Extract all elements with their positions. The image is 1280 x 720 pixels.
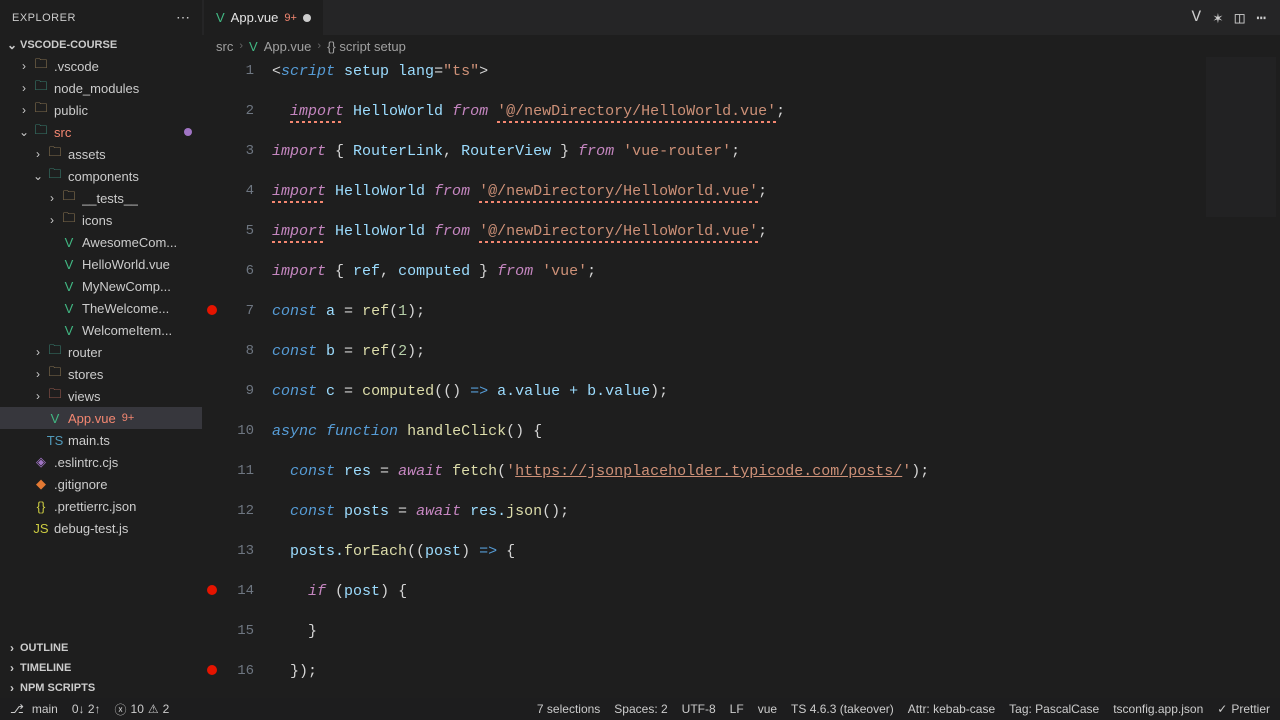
npm-section-header[interactable]: ›NPM SCRIPTS — [0, 678, 202, 698]
errors-indicator[interactable]: ⓧ 10 ⚠ 2 — [115, 701, 170, 718]
split-editor-icon[interactable]: ◫ — [1235, 8, 1245, 28]
git-branch-indicator[interactable]: main — [10, 702, 58, 716]
vue-tools-icon[interactable]: V — [1191, 8, 1201, 28]
vue-preview-icon[interactable]: ✶ — [1213, 8, 1223, 28]
eol-indicator[interactable]: LF — [730, 702, 744, 716]
prettier-indicator[interactable]: ✓ Prettier — [1217, 702, 1270, 716]
folder-node-modules[interactable]: ›🗀node_modules — [0, 77, 202, 99]
breakpoint-marker[interactable] — [207, 305, 217, 315]
vue-icon: V — [249, 39, 258, 54]
outline-section-header[interactable]: ›OUTLINE — [0, 638, 202, 658]
more-actions-icon[interactable]: ⋯ — [1256, 8, 1266, 28]
indent-indicator[interactable]: Spaces: 2 — [614, 702, 667, 716]
tag-case-indicator[interactable]: Tag: PascalCase — [1009, 702, 1099, 716]
vue-icon: V — [216, 10, 225, 25]
explorer-sidebar: EXPLORER ⋯ ⌄ VSCODE-COURSE ›🗀.vscode ›🗀n… — [0, 0, 202, 698]
file-debug-test[interactable]: JSdebug-test.js — [0, 517, 202, 539]
chevron-down-icon: ⌄ — [4, 38, 20, 52]
file-mynewcomp[interactable]: VMyNewComp... — [0, 275, 202, 297]
dirty-indicator-icon — [303, 14, 311, 22]
git-sync-indicator[interactable]: 0↓ 2↑ — [72, 702, 101, 716]
folder-router[interactable]: ›🗀router — [0, 341, 202, 363]
breadcrumb[interactable]: src › V App.vue › {} script setup — [202, 35, 1280, 57]
folder-src[interactable]: ⌄🗀src — [0, 121, 202, 143]
file-tree: ›🗀.vscode ›🗀node_modules ›🗀public ⌄🗀src … — [0, 55, 202, 638]
typescript-indicator[interactable]: TS 4.6.3 (takeover) — [791, 702, 894, 716]
file-main-ts[interactable]: TSmain.ts — [0, 429, 202, 451]
folder-vscode[interactable]: ›🗀.vscode — [0, 55, 202, 77]
folder-assets[interactable]: ›🗀assets — [0, 143, 202, 165]
file-eslintrc[interactable]: ◈.eslintrc.cjs — [0, 451, 202, 473]
selection-indicator[interactable]: 7 selections — [537, 702, 600, 716]
tab-app-vue[interactable]: V App.vue 9+ — [204, 0, 323, 35]
tab-bar: V App.vue 9+ V ✶ ◫ ⋯ — [202, 0, 1280, 35]
code-editor[interactable]: 1 2 3 4 5 6 7 8 9 10 11 12 13 14 15 16 <… — [202, 57, 1280, 698]
file-prettierrc[interactable]: {}.prettierrc.json — [0, 495, 202, 517]
timeline-section-header[interactable]: ›TIMELINE — [0, 658, 202, 678]
folder-icons[interactable]: ›🗀icons — [0, 209, 202, 231]
file-awesome-component[interactable]: VAwesomeCom... — [0, 231, 202, 253]
explorer-menu-icon[interactable]: ⋯ — [176, 9, 190, 26]
file-helloworld[interactable]: VHelloWorld.vue — [0, 253, 202, 275]
file-welcomeitem[interactable]: VWelcomeItem... — [0, 319, 202, 341]
folder-tests[interactable]: ›🗀__tests__ — [0, 187, 202, 209]
encoding-indicator[interactable]: UTF-8 — [682, 702, 716, 716]
language-indicator[interactable]: vue — [758, 702, 777, 716]
status-bar: main 0↓ 2↑ ⓧ 10 ⚠ 2 7 selections Spaces:… — [0, 698, 1280, 720]
explorer-title: EXPLORER — [12, 12, 76, 24]
file-app-vue[interactable]: VApp.vue9+ — [0, 407, 202, 429]
code-content[interactable]: <script setup lang="ts"> import HelloWor… — [272, 57, 1280, 698]
git-modified-marker — [184, 128, 192, 136]
folder-public[interactable]: ›🗀public — [0, 99, 202, 121]
attr-case-indicator[interactable]: Attr: kebab-case — [908, 702, 995, 716]
editor-area: V App.vue 9+ V ✶ ◫ ⋯ src › V App.vue › {… — [202, 0, 1280, 698]
tsconfig-indicator[interactable]: tsconfig.app.json — [1113, 702, 1203, 716]
gutter: 1 2 3 4 5 6 7 8 9 10 11 12 13 14 15 16 — [202, 57, 272, 698]
project-section-header[interactable]: ⌄ VSCODE-COURSE — [0, 35, 202, 55]
folder-views[interactable]: ›🗀views — [0, 385, 202, 407]
breakpoint-marker[interactable] — [207, 585, 217, 595]
folder-stores[interactable]: ›🗀stores — [0, 363, 202, 385]
folder-components[interactable]: ⌄🗀components — [0, 165, 202, 187]
file-gitignore[interactable]: ◆.gitignore — [0, 473, 202, 495]
breakpoint-marker[interactable] — [207, 665, 217, 675]
minimap[interactable] — [1206, 57, 1276, 217]
file-thewelcome[interactable]: VTheWelcome... — [0, 297, 202, 319]
